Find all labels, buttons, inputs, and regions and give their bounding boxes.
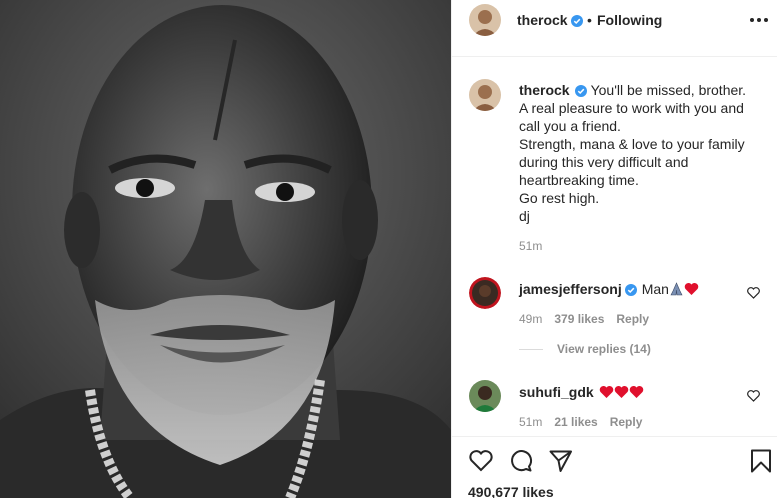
follow-separator: • (587, 12, 592, 28)
comment-text: jamesjeffersonj Man (519, 280, 699, 298)
portrait-image (0, 0, 451, 498)
caption-username[interactable]: therock (519, 82, 570, 98)
avatar-image (469, 380, 501, 412)
red-heart-icon (599, 386, 613, 398)
comment-like-icon[interactable] (747, 390, 760, 402)
post-actions: 490,677 likes (452, 436, 777, 498)
comment-time[interactable]: 51m (519, 415, 542, 429)
caption-text: therock You'll be missed, brother. A real… (519, 81, 759, 225)
commenter-username[interactable]: suhufi_gdk (519, 384, 594, 400)
heart-icon[interactable] (468, 448, 494, 474)
following-button[interactable]: Following (597, 12, 662, 28)
view-replies-label[interactable]: View replies (14) (557, 342, 651, 356)
comment-body: Man (641, 281, 669, 297)
commenter-avatar[interactable] (469, 380, 501, 412)
reply-button[interactable]: Reply (616, 312, 649, 326)
red-heart-icon (629, 386, 643, 398)
avatar-image (469, 4, 501, 36)
author-username[interactable]: therock (517, 12, 583, 28)
folded-hands-icon (670, 282, 683, 296)
red-heart-icon (684, 283, 699, 295)
comment-likes[interactable]: 21 likes (554, 415, 597, 429)
comment-likes[interactable]: 379 likes (554, 312, 604, 326)
comment-text: suhufi_gdk (519, 383, 644, 401)
avatar-image (469, 277, 501, 309)
post-photo[interactable] (0, 0, 451, 498)
commenter-username[interactable]: jamesjeffersonj (519, 281, 622, 297)
comment-time[interactable]: 49m (519, 312, 542, 326)
verified-badge-icon (570, 15, 583, 27)
share-icon[interactable] (548, 448, 574, 474)
caption-timestamp[interactable]: 51m (519, 239, 542, 253)
comment-meta: 51m 21 likes Reply (519, 415, 654, 429)
post-header: therock • Following (452, 0, 777, 57)
more-options-icon[interactable] (748, 10, 770, 30)
author-username-text[interactable]: therock (517, 12, 568, 28)
comment-like-icon[interactable] (747, 287, 760, 299)
red-heart-icon (614, 386, 628, 398)
comment-meta: 49m 379 likes Reply (519, 312, 661, 326)
caption-avatar[interactable] (469, 79, 501, 111)
bookmark-icon[interactable] (748, 448, 774, 474)
verified-badge-icon (624, 284, 637, 296)
post-side-panel: therock • Following therock You'll be mis… (451, 0, 777, 498)
comment-icon[interactable] (508, 448, 534, 474)
avatar-image (469, 79, 501, 111)
commenter-avatar[interactable] (469, 277, 501, 309)
view-replies-button[interactable]: View replies (14) (519, 342, 651, 356)
reply-button[interactable]: Reply (610, 415, 643, 429)
verified-badge-icon (574, 85, 587, 97)
post-likes-count[interactable]: 490,677 likes (468, 484, 554, 498)
caption-body: You'll be missed, brother. A real pleasu… (519, 82, 747, 224)
author-avatar[interactable] (469, 4, 501, 36)
